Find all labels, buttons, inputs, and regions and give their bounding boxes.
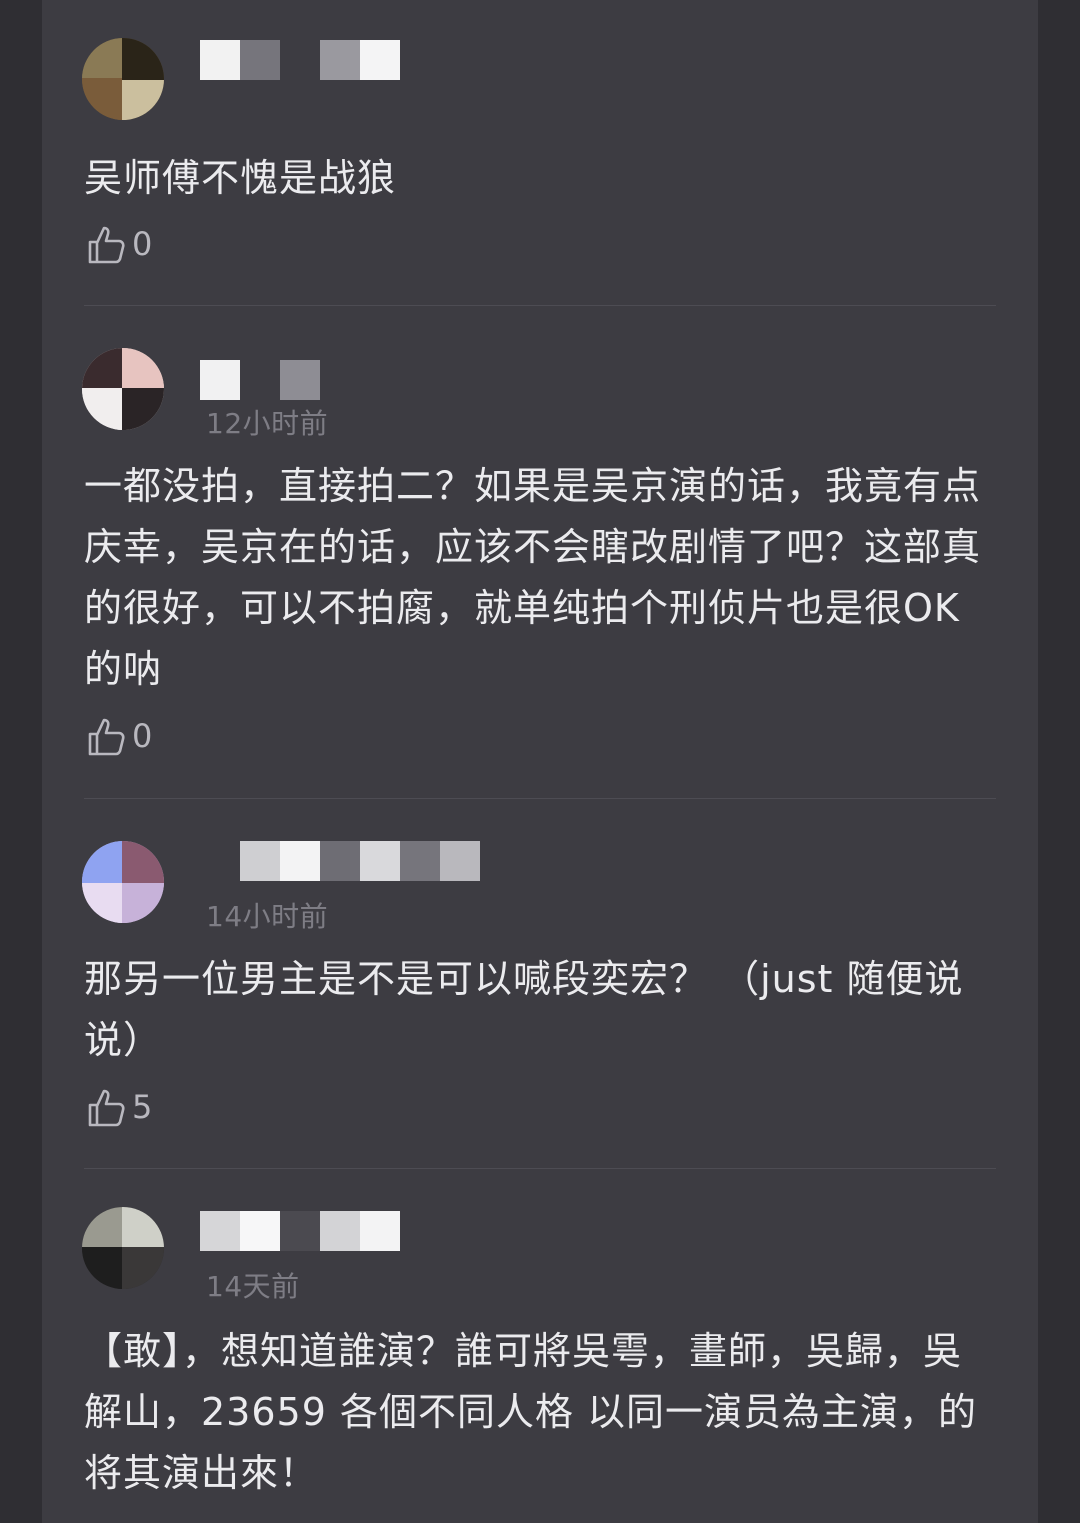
thumbs-up-icon [88,1089,125,1127]
like-count: 0 [132,225,153,263]
comment-text: 一都没拍，直接拍二？如果是吴京演的话，我竟有点庆幸，吴京在的话，应该不会瞎改剧情… [84,464,982,691]
comment-text: 【敢】，想知道誰演？誰可將吳雩，畫師，吳歸，吳解山，23659 各個不同人格 以… [84,1329,978,1495]
comment-text: 吴师傅不愧是战狼 [84,156,397,200]
avatar[interactable] [82,348,164,430]
thumbs-up-icon [88,718,125,756]
like-button[interactable]: 0 [84,222,152,266]
screen: 吴师傅不愧是战狼 0 12小时前 一都没拍，直接拍二？如果是吴京演的话，我竟有点… [0,0,1080,1523]
comment-time: 14小时前 [206,900,329,933]
username-redacted[interactable] [240,841,482,881]
comment-item: 14天前 【敢】，想知道誰演？誰可將吳雩，畫師，吳歸，吳解山，23659 各個不… [42,1169,1038,1523]
username-redacted[interactable] [200,1211,402,1251]
username-redacted[interactable] [200,360,322,400]
comment-time: 14天前 [206,1270,300,1303]
comment-text: 那另一位男主是不是可以喊段奕宏？ （just 随便说说） [84,957,964,1062]
like-count: 5 [132,1088,153,1126]
like-count: 0 [132,717,153,755]
thumbs-up-icon [88,226,125,264]
like-button[interactable]: 5 [84,1085,152,1129]
comment-item: 12小时前 一都没拍，直接拍二？如果是吴京演的话，我竟有点庆幸，吴京在的话，应该… [42,306,1038,799]
comment-item: 吴师傅不愧是战狼 0 [42,0,1038,306]
like-button[interactable]: 0 [84,714,152,758]
avatar[interactable] [82,841,164,923]
comment-time: 12小时前 [206,407,329,440]
avatar[interactable] [82,38,164,120]
comment-item: 14小时前 那另一位男主是不是可以喊段奕宏？ （just 随便说说） 5 [42,799,1038,1169]
avatar[interactable] [82,1207,164,1289]
username-redacted[interactable] [200,40,402,80]
